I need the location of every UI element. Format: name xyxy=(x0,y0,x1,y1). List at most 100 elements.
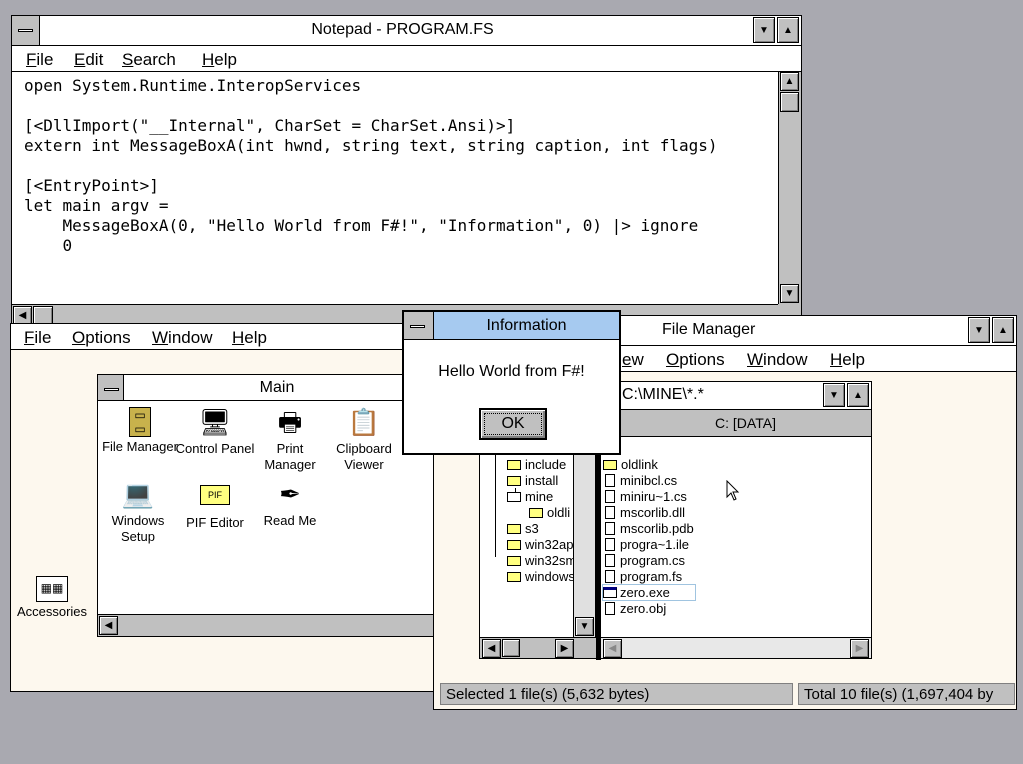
folder-icon xyxy=(529,508,543,518)
tree-folder[interactable]: windows xyxy=(507,569,575,584)
notepad-window[interactable]: Notepad - PROGRAM.FS ▼ ▲ File Edit Searc… xyxy=(11,15,802,327)
scroll-left-button[interactable]: ◀ xyxy=(482,639,501,658)
minimize-button[interactable]: ▼ xyxy=(753,17,775,43)
horizontal-scrollbar[interactable]: ◀ xyxy=(98,614,436,636)
scroll-down-button[interactable]: ▼ xyxy=(780,284,799,303)
scroll-left-button[interactable]: ◀ xyxy=(99,616,118,635)
document-icon xyxy=(605,474,615,487)
menu-window[interactable]: Window xyxy=(152,328,212,348)
scroll-thumb[interactable] xyxy=(780,92,799,112)
tree-vertical-scrollbar[interactable]: ▼ xyxy=(573,437,595,637)
file-item-selected[interactable]: zero.exe xyxy=(602,584,696,601)
scroll-right-button[interactable]: ▶ xyxy=(850,639,869,658)
menu-file[interactable]: File xyxy=(24,328,51,348)
menu-view[interactable]: ew xyxy=(622,350,644,370)
clipboard-icon: 📋 xyxy=(347,407,381,437)
icon-label: Windows Setup xyxy=(111,513,165,544)
main-group-window[interactable]: Main ▭ ▭ File Manager 🖥 Control Panel 🖶 P… xyxy=(97,374,437,637)
minimize-button[interactable]: ▼ xyxy=(823,383,845,407)
file-item[interactable]: program.fs xyxy=(605,569,682,584)
menu-edit[interactable]: Edit xyxy=(74,50,103,70)
dialog-message: Hello World from F#! xyxy=(438,363,585,380)
maximize-button[interactable]: ▲ xyxy=(847,383,869,407)
print-manager-icon[interactable]: 🖶 Print Manager xyxy=(250,405,330,473)
tree-folder[interactable]: win32sm xyxy=(507,553,576,568)
tree-horizontal-scrollbar[interactable]: ◀ ▶ xyxy=(480,637,596,658)
document-icon xyxy=(605,490,615,503)
menu-options[interactable]: Options xyxy=(666,350,725,370)
menu-file[interactable]: File xyxy=(26,50,53,70)
windows-setup-icon[interactable]: 💻 Windows Setup xyxy=(98,477,178,545)
accessories-group-icon[interactable]: ▦▦ Accessories xyxy=(12,574,92,620)
code-line: 0 xyxy=(24,236,73,255)
vertical-scrollbar[interactable]: ▲ ▼ xyxy=(778,72,801,304)
dialog-titlebar[interactable]: Information xyxy=(404,312,619,340)
printer-icon: 🖶 xyxy=(277,407,303,437)
clipboard-viewer-icon[interactable]: 📋 Clipboard Viewer xyxy=(324,405,404,473)
maximize-button[interactable]: ▲ xyxy=(777,17,799,43)
status-total: Total 10 file(s) (1,697,404 by xyxy=(798,683,1015,705)
scroll-thumb[interactable] xyxy=(502,639,520,657)
file-list[interactable]: oldlink minibcl.cs miniru~1.cs mscorlib.… xyxy=(601,437,871,637)
system-menu-button[interactable] xyxy=(404,312,434,339)
main-group-titlebar[interactable]: Main xyxy=(98,375,436,401)
notepad-menubar: File Edit Search Help xyxy=(12,46,801,72)
control-panel-icon[interactable]: 🖥 Control Panel xyxy=(175,405,255,457)
file-list-horizontal-scrollbar[interactable]: ◀ ▶ xyxy=(601,637,871,658)
code-line: MessageBoxA(0, "Hello World from F#!", "… xyxy=(24,216,699,235)
pen-icon: ✒ xyxy=(279,479,301,509)
icon-label: PIF Editor xyxy=(186,515,244,530)
file-item[interactable]: zero.obj xyxy=(605,601,666,616)
icon-label: Print Manager xyxy=(264,441,316,472)
menu-search[interactable]: Search xyxy=(122,50,176,70)
file-item[interactable]: program.cs xyxy=(605,553,685,568)
tree-folder[interactable]: oldli xyxy=(529,505,570,520)
icon-label: Clipboard Viewer xyxy=(336,441,392,472)
file-manager-icon[interactable]: ▭ ▭ File Manager xyxy=(100,405,180,455)
status-selected: Selected 1 file(s) (5,632 bytes) xyxy=(440,683,793,705)
icon-label: File Manager xyxy=(102,439,178,454)
system-menu-button[interactable] xyxy=(98,375,124,400)
document-icon xyxy=(605,554,615,567)
progman-menubar: File Options Window Help xyxy=(11,324,439,350)
scroll-right-button[interactable]: ▶ xyxy=(555,639,574,658)
icon-label: Read Me xyxy=(263,513,317,528)
program-group-icon: ▦▦ xyxy=(36,576,68,602)
system-menu-button[interactable] xyxy=(12,16,40,45)
pif-editor-icon[interactable]: PIF PIF Editor xyxy=(175,477,255,531)
folder-icon xyxy=(507,540,521,550)
file-item[interactable]: minibcl.cs xyxy=(605,473,677,488)
tree-folder[interactable]: s3 xyxy=(507,521,539,536)
file-item[interactable]: oldlink xyxy=(603,457,658,472)
menu-help[interactable]: Help xyxy=(830,350,865,370)
tree-folder[interactable]: install xyxy=(507,473,558,488)
folder-icon xyxy=(507,460,521,470)
notepad-titlebar[interactable]: Notepad - PROGRAM.FS ▼ ▲ xyxy=(12,16,801,46)
file-item[interactable]: progra~1.ile xyxy=(605,537,689,552)
menu-help[interactable]: Help xyxy=(232,328,267,348)
scroll-down-button[interactable]: ▼ xyxy=(575,617,594,636)
information-dialog[interactable]: Information Hello World from F#! OK xyxy=(402,310,621,455)
window-title: Notepad - PROGRAM.FS xyxy=(311,21,494,38)
directory-tree[interactable]: include install mine oldli s3 win32ap wi… xyxy=(480,437,596,637)
tree-folder[interactable]: include xyxy=(507,457,566,472)
open-folder-icon xyxy=(507,492,521,502)
tree-folder-open[interactable]: mine xyxy=(507,489,553,504)
scroll-up-button[interactable]: ▲ xyxy=(780,72,799,91)
tree-folder[interactable]: win32ap xyxy=(507,537,573,552)
file-item[interactable]: mscorlib.pdb xyxy=(605,521,694,536)
menu-window[interactable]: Window xyxy=(747,350,807,370)
menu-options[interactable]: Options xyxy=(72,328,131,348)
scroll-left-button[interactable]: ◀ xyxy=(603,639,622,658)
folder-icon xyxy=(507,476,521,486)
text-editor[interactable]: open System.Runtime.InteropServices​[<Dl… xyxy=(12,72,778,316)
ok-button[interactable]: OK xyxy=(479,408,547,440)
file-item[interactable]: mscorlib.dll xyxy=(605,505,685,520)
minimize-button[interactable]: ▼ xyxy=(968,317,990,343)
menu-help[interactable]: Help xyxy=(202,50,237,70)
file-item[interactable]: miniru~1.cs xyxy=(605,489,687,504)
read-me-icon[interactable]: ✒ Read Me xyxy=(250,477,330,529)
pif-icon: PIF xyxy=(200,485,230,505)
maximize-button[interactable]: ▲ xyxy=(992,317,1014,343)
folder-icon xyxy=(603,460,617,470)
